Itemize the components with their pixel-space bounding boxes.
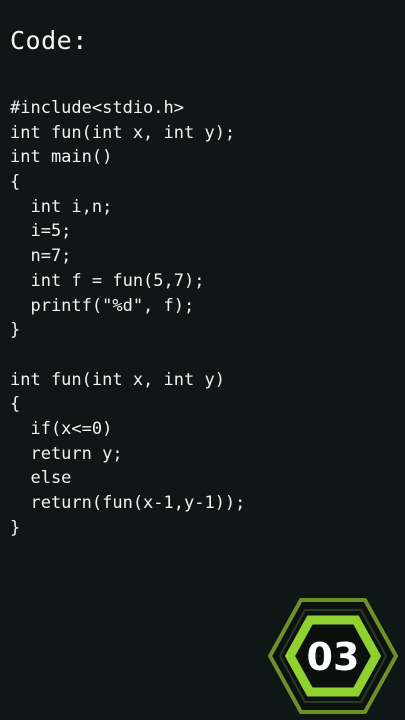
badge-number: 03 bbox=[307, 635, 360, 679]
code-line: int main() bbox=[10, 147, 113, 168]
code-line: #include<stdio.h> bbox=[10, 98, 184, 118]
code-line: else bbox=[10, 468, 72, 489]
code-line: } bbox=[10, 320, 21, 341]
code-line: } bbox=[10, 517, 21, 538]
code-line: n=7; bbox=[10, 246, 72, 267]
code-line: i=5; bbox=[10, 221, 72, 242]
code-line: int fun(int x, int y); bbox=[10, 122, 236, 143]
page-title: Code: bbox=[10, 26, 88, 55]
code-line: { bbox=[10, 172, 21, 193]
code-line: return(fun(x-1,y-1)); bbox=[10, 493, 246, 513]
hexagon-badge-icon: 03 bbox=[268, 598, 398, 714]
code-line: if(x<=0) bbox=[10, 418, 113, 439]
code-line: int fun(int x, int y) bbox=[10, 369, 225, 390]
code-line: int f = fun(5,7); bbox=[10, 270, 205, 291]
code-line: int i,n; bbox=[10, 196, 113, 217]
code-block: #include<stdio.h> int fun(int x, int y);… bbox=[10, 96, 395, 540]
code-line: return y; bbox=[10, 443, 123, 464]
code-line: printf("%d", f); bbox=[10, 295, 195, 316]
code-line: { bbox=[10, 394, 21, 415]
